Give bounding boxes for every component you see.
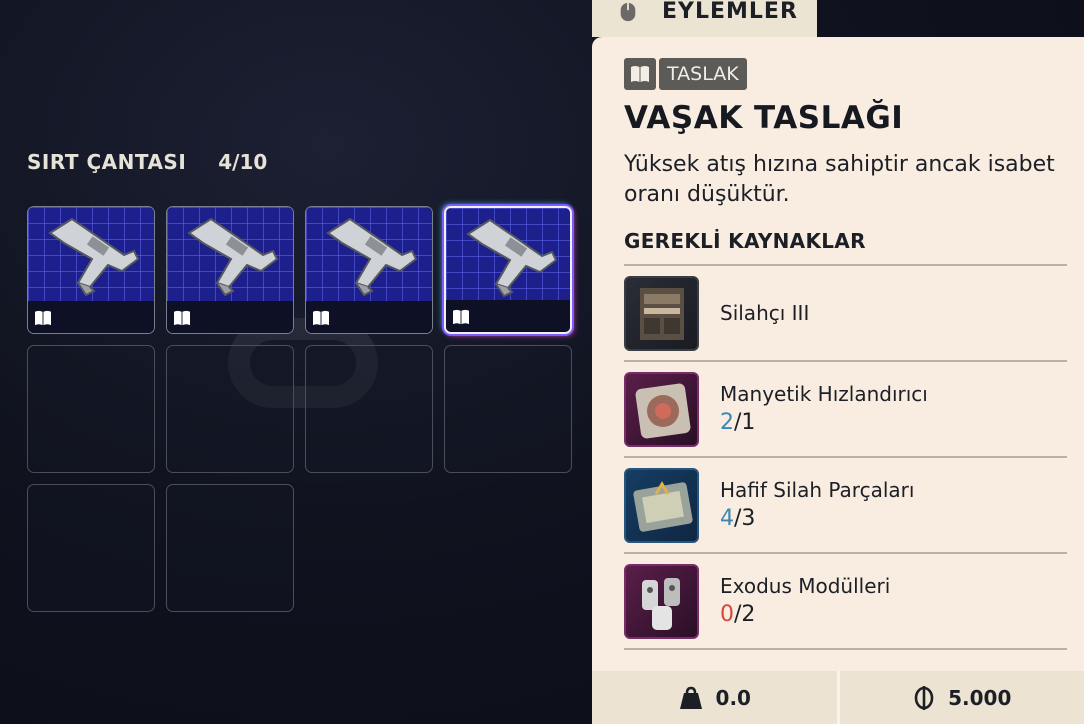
book-icon [313, 310, 329, 326]
divider [624, 648, 1067, 650]
resource-name: Hafif Silah Parçaları [720, 478, 915, 502]
backpack-header: SIRT ÇANTASI 4/10 [27, 150, 267, 174]
price-value: 5.000 [948, 685, 1012, 710]
book-icon [453, 309, 469, 325]
inventory-slot-empty[interactable] [166, 484, 294, 612]
inventory-slot-blueprint[interactable] [444, 206, 572, 334]
tab-actions-label: EYLEMLER [662, 0, 798, 24]
weight-icon [679, 686, 702, 709]
backpack-count: 4/10 [218, 150, 268, 174]
mouse-icon [620, 2, 636, 21]
resource-need: /3 [734, 506, 756, 531]
resource-need: /2 [734, 602, 756, 627]
resource-name: Exodus Modülleri [720, 574, 891, 598]
backpack-title: SIRT ÇANTASI [27, 150, 187, 174]
resource-name: Silahçı III [720, 301, 810, 325]
divider [624, 360, 1067, 362]
item-type-label: TASLAK [659, 58, 747, 90]
resource-have: 0 [720, 602, 734, 627]
magnetic-device-icon [624, 372, 699, 447]
inventory-slot-empty[interactable] [444, 345, 572, 473]
resource-row[interactable]: Manyetik Hızlandırıcı 2/1 [624, 372, 1067, 466]
book-icon [174, 310, 190, 326]
item-title: VAŞAK TASLAĞI [624, 100, 904, 136]
item-description: Yüksek atış hızına sahiptir ancak isabet… [624, 152, 1055, 207]
inventory-slot-empty[interactable] [27, 345, 155, 473]
resource-row[interactable]: Silahçı III [624, 276, 1067, 370]
price-stat: 5.000 [840, 671, 1084, 724]
inventory-slot-empty[interactable] [305, 345, 433, 473]
resource-quantity: 4/3 [720, 506, 755, 531]
parts-case-icon [624, 468, 699, 543]
workbench-icon [624, 276, 699, 351]
modules-icon [624, 564, 699, 639]
resource-name: Manyetik Hızlandırıcı [720, 382, 928, 406]
weight-value: 0.0 [715, 685, 751, 710]
inventory-slot-blueprint[interactable] [166, 206, 294, 334]
divider [624, 264, 1067, 266]
tab-actions[interactable]: EYLEMLER [592, 0, 817, 37]
weight-stat: 0.0 [592, 671, 837, 724]
required-resources-title: GEREKLİ KAYNAKLAR [624, 229, 866, 253]
coin-icon [914, 685, 934, 710]
inventory-slot-empty[interactable] [166, 345, 294, 473]
resource-quantity: 2/1 [720, 410, 755, 435]
item-type-tag: TASLAK [624, 58, 747, 90]
inventory-slot-blueprint[interactable] [305, 206, 433, 334]
resource-have: 4 [720, 506, 734, 531]
item-detail-panel: TASLAK VAŞAK TASLAĞI Yüksek atış hızına … [592, 37, 1084, 671]
resource-have: 2 [720, 410, 734, 435]
item-stats-bar: 0.0 5.000 [592, 671, 1084, 724]
book-icon [35, 310, 51, 326]
resource-row[interactable]: Exodus Modülleri 0/2 [624, 564, 1067, 658]
book-icon [624, 58, 656, 90]
resource-quantity: 0/2 [720, 602, 755, 627]
divider [624, 552, 1067, 554]
divider [624, 456, 1067, 458]
inventory-slot-empty[interactable] [27, 484, 155, 612]
resource-need: /1 [734, 410, 756, 435]
resource-row[interactable]: Hafif Silah Parçaları 4/3 [624, 468, 1067, 562]
inventory-slot-blueprint[interactable] [27, 206, 155, 334]
